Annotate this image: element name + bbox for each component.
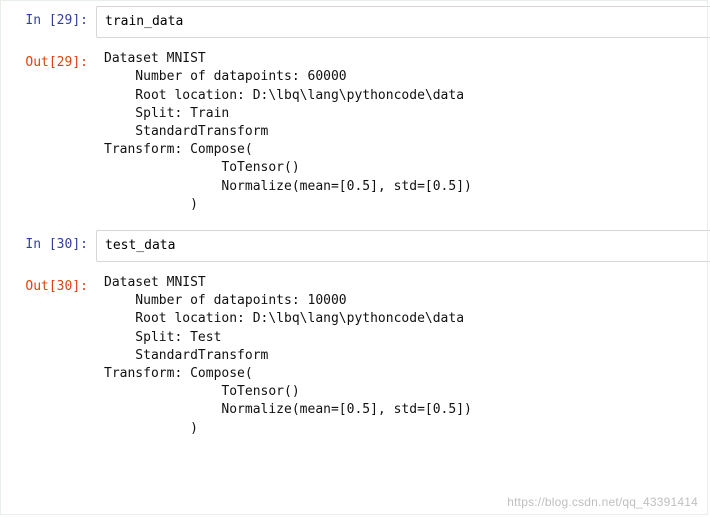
code-input[interactable]: train_data	[96, 6, 710, 38]
code-cell: In [29]: train_data	[0, 0, 710, 42]
output-prompt: Out[29]:	[0, 48, 96, 72]
code-output: Dataset MNIST Number of datapoints: 6000…	[96, 48, 710, 220]
output-prompt: Out[30]:	[0, 272, 96, 296]
jupyter-notebook: In [29]: train_data Out[29]: Dataset MNI…	[0, 0, 710, 448]
output-cell: Out[30]: Dataset MNIST Number of datapoi…	[0, 266, 710, 448]
code-cell: In [30]: test_data	[0, 224, 710, 266]
output-cell: Out[29]: Dataset MNIST Number of datapoi…	[0, 42, 710, 224]
code-output: Dataset MNIST Number of datapoints: 1000…	[96, 272, 710, 444]
input-prompt: In [29]:	[0, 6, 96, 30]
code-input[interactable]: test_data	[96, 230, 710, 262]
input-prompt: In [30]:	[0, 230, 96, 254]
watermark-text: https://blog.csdn.net/qq_43391414	[507, 494, 698, 511]
